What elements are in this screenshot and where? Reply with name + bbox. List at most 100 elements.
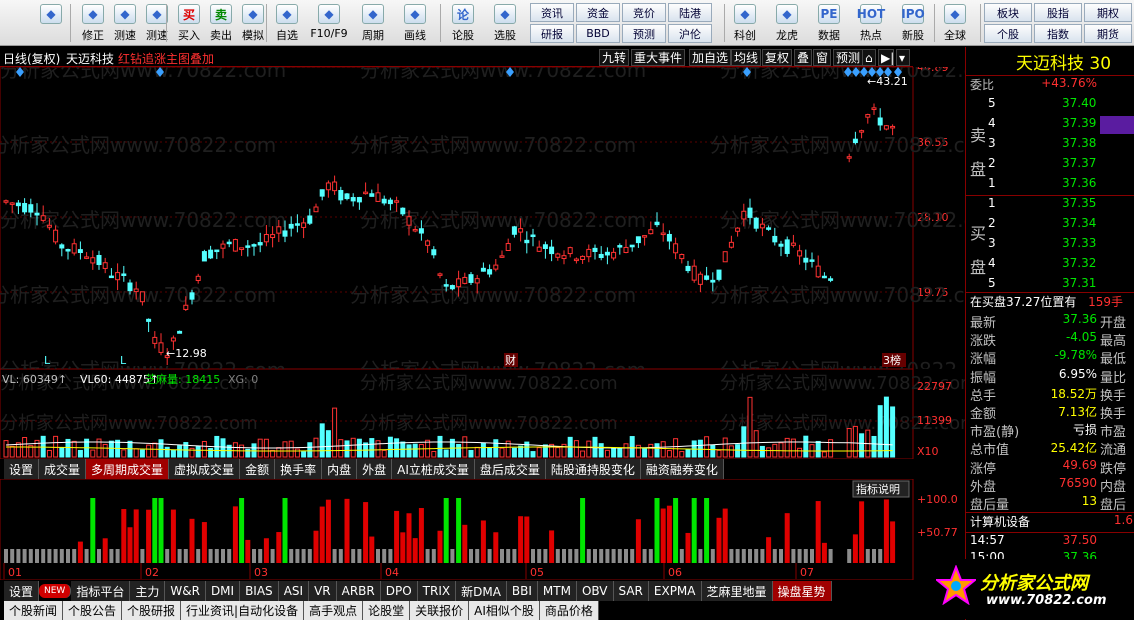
volume-tab[interactable]: AI立桩成交量 bbox=[392, 459, 475, 479]
globe-button[interactable]: ◆ 全球 bbox=[938, 2, 972, 44]
indicator-tab[interactable]: MTM bbox=[537, 581, 577, 601]
dragon-button[interactable]: ◆ 龙虎 bbox=[770, 2, 804, 44]
info-tab[interactable]: 高手观点 bbox=[304, 601, 364, 620]
info-tab[interactable]: 行业资讯|自动化设备 bbox=[181, 601, 305, 620]
f10-button[interactable]: ◆ F10/F9 bbox=[310, 2, 348, 44]
period-mode[interactable]: 日线(复权) bbox=[3, 50, 60, 67]
clock-button[interactable]: ◆ 测速 bbox=[140, 2, 174, 44]
chart-tool-button[interactable]: 叠 bbox=[794, 49, 813, 66]
nav-button[interactable]: BBD bbox=[576, 24, 620, 43]
nav-button[interactable]: 期货 bbox=[1084, 24, 1132, 43]
indicator-tab[interactable]: ARBR bbox=[336, 581, 381, 601]
nav-button[interactable]: 股指 bbox=[1034, 3, 1082, 22]
select-button[interactable]: ◆ 选股 bbox=[488, 2, 522, 44]
up-down-button[interactable]: ◆ 修正 bbox=[76, 2, 110, 44]
info-tab[interactable]: 个股新闻 bbox=[4, 601, 64, 620]
indicator-tab[interactable]: BBI bbox=[506, 581, 538, 601]
indicator-explain-label[interactable]: 指标说明 bbox=[856, 482, 900, 496]
indicator-tab[interactable]: 新DMA bbox=[456, 581, 507, 601]
ipo-button[interactable]: IPO 新股 bbox=[896, 2, 930, 44]
buy-level-row[interactable]: 1 37.35 bbox=[966, 196, 1134, 216]
volume-tab[interactable]: 金额 bbox=[240, 459, 276, 479]
expand-icon[interactable]: ▶| bbox=[878, 49, 894, 66]
volume-tab[interactable]: 换手率 bbox=[275, 459, 323, 479]
buy-level-row[interactable]: 4 37.32 bbox=[966, 256, 1134, 276]
info-tab[interactable]: 论股堂 bbox=[363, 601, 411, 620]
volume-tab[interactable]: 成交量 bbox=[39, 459, 87, 479]
overlay-label[interactable]: 红钻追涨主图叠加 bbox=[118, 50, 214, 67]
indicator-tab[interactable]: DPO bbox=[380, 581, 418, 601]
nav-button[interactable]: 陆港 bbox=[668, 3, 712, 22]
chart-tool-button[interactable]: 预测 bbox=[833, 49, 864, 66]
event-marker[interactable]: 财 bbox=[505, 353, 516, 367]
volume-tab[interactable]: 外盘 bbox=[357, 459, 393, 479]
chart-button[interactable]: ◆ 科创 bbox=[728, 2, 762, 44]
sell-level-row[interactable]: 2 37.37 bbox=[966, 156, 1134, 176]
nav-button[interactable]: 研报 bbox=[530, 24, 574, 43]
nav-button[interactable]: 资金 bbox=[576, 3, 620, 22]
nav-button[interactable]: 板块 bbox=[984, 3, 1032, 22]
refresh-button[interactable]: ◆ 测速 bbox=[108, 2, 142, 44]
pencil-button[interactable]: ◆ 画线 bbox=[398, 2, 432, 44]
info-tab[interactable]: AI相似个股 bbox=[469, 601, 540, 620]
back-arrow-button[interactable]: ◆ bbox=[34, 2, 68, 44]
indicator-tab[interactable]: ASI bbox=[278, 581, 310, 601]
info-tab[interactable]: 个股研报 bbox=[122, 601, 182, 620]
indicator-tab[interactable]: BIAS bbox=[240, 581, 279, 601]
volume-chart[interactable]: 分析家公式网www.70822.com 分析家公式网www.70822.com 分析… bbox=[0, 369, 965, 459]
indicator-tab[interactable]: EXPMA bbox=[648, 581, 702, 601]
indicator-tab[interactable]: 芝麻里地量 bbox=[701, 581, 773, 601]
hot-button[interactable]: HOT 热点 bbox=[854, 2, 888, 44]
volume-tab[interactable]: 多周期成交量 bbox=[86, 459, 170, 479]
volume-tab[interactable]: 盘后成交量 bbox=[474, 459, 546, 479]
buy-button[interactable]: 买买入 bbox=[172, 2, 206, 44]
indicator-tab[interactable]: TRIX bbox=[417, 581, 457, 601]
volume-tab[interactable]: 内盘 bbox=[322, 459, 358, 479]
info-tab[interactable]: 关联报价 bbox=[410, 601, 470, 620]
period-button[interactable]: ◆ 周期 bbox=[356, 2, 390, 44]
indicator-tab[interactable]: DMI bbox=[205, 581, 241, 601]
indicator-tab[interactable]: W&R bbox=[165, 581, 206, 601]
chart-tool-button[interactable]: 加自选 bbox=[689, 49, 732, 66]
chart-tool-button[interactable]: 复权 bbox=[762, 49, 793, 66]
buy-level-row[interactable]: 2 37.34 bbox=[966, 216, 1134, 236]
sell-button[interactable]: 卖卖出 bbox=[204, 2, 238, 44]
sell-level-row[interactable]: 5 37.40 bbox=[966, 96, 1134, 116]
volume-tab[interactable]: 设置 bbox=[4, 459, 40, 479]
indicator-tab[interactable]: OBV bbox=[576, 581, 614, 601]
volume-tab[interactable]: 陆股通持股变化 bbox=[545, 459, 641, 479]
industry-name[interactable]: 计算机设备 bbox=[970, 513, 1030, 530]
indicator-tab[interactable]: 操盘星势 bbox=[772, 581, 832, 601]
gavel-button[interactable]: ◆ 模拟 bbox=[236, 2, 270, 44]
pe-button[interactable]: PE 数据 bbox=[812, 2, 846, 44]
event-marker[interactable]: 3榜 bbox=[883, 353, 901, 367]
nav-button[interactable]: 指数 bbox=[1034, 24, 1082, 43]
chart-tool-button[interactable]: 重大事件 bbox=[631, 49, 686, 66]
nav-button[interactable]: 沪伦 bbox=[668, 24, 712, 43]
indicator-tab[interactable]: 设置 bbox=[4, 581, 40, 601]
indicator-tab[interactable]: VR bbox=[309, 581, 337, 601]
indicator-tab[interactable]: 主力 bbox=[130, 581, 166, 601]
nav-button[interactable]: 资讯 bbox=[530, 3, 574, 22]
sell-level-row[interactable]: 3 37.38 bbox=[966, 136, 1134, 156]
indicator-tab[interactable]: 指标平台 bbox=[71, 581, 131, 601]
nav-button[interactable]: 竞价 bbox=[622, 3, 666, 22]
sell-level-row[interactable]: 4 37.39 bbox=[966, 116, 1134, 136]
lock-icon[interactable]: ⌂ bbox=[862, 49, 876, 66]
indicator-tab[interactable]: NEW bbox=[39, 584, 72, 598]
indicator-tab[interactable]: SAR bbox=[613, 581, 649, 601]
sell-level-row[interactable]: 1 37.36 bbox=[966, 176, 1134, 196]
nav-button[interactable]: 期权 bbox=[1084, 3, 1132, 22]
nav-button[interactable]: 个股 bbox=[984, 24, 1032, 43]
volume-tab[interactable]: 虚拟成交量 bbox=[169, 459, 241, 479]
info-tab[interactable]: 个股公告 bbox=[63, 601, 123, 620]
volume-tab[interactable]: 融资融券变化 bbox=[640, 459, 724, 479]
chart-tool-button[interactable]: 九转 bbox=[599, 49, 630, 66]
buy-level-row[interactable]: 3 37.33 bbox=[966, 236, 1134, 256]
info-tab[interactable]: 商品价格 bbox=[539, 601, 599, 620]
star-button[interactable]: ◆ 自选 bbox=[270, 2, 304, 44]
nav-button[interactable]: 预测 bbox=[622, 24, 666, 43]
dropdown-icon[interactable]: ▾ bbox=[896, 49, 910, 66]
discuss-button[interactable]: 论论股 bbox=[446, 2, 480, 44]
chart-tool-button[interactable]: 均线 bbox=[731, 49, 762, 66]
